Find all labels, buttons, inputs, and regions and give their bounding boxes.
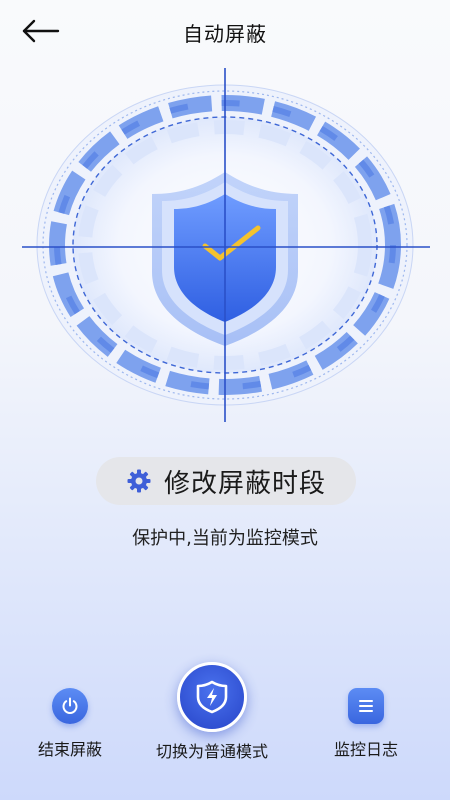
switch-mode-label: 切换为普通模式 bbox=[156, 742, 269, 761]
monitor-log-button[interactable]: 监控日志 bbox=[334, 688, 398, 760]
end-block-label: 结束屏蔽 bbox=[38, 740, 103, 759]
header: 自动屏蔽 bbox=[0, 0, 450, 64]
gear-icon bbox=[127, 469, 151, 493]
bottom-actions: 结束屏蔽 切换为普通模式 监控日志 bbox=[0, 662, 450, 772]
switch-mode-button[interactable]: 切换为普通模式 bbox=[156, 662, 268, 762]
end-block-button[interactable]: 结束屏蔽 bbox=[38, 688, 102, 760]
monitor-log-label: 监控日志 bbox=[334, 740, 399, 759]
status-text: 保护中,当前为监控模式 bbox=[132, 528, 318, 549]
lightning-shield-icon bbox=[177, 662, 247, 732]
list-icon bbox=[348, 688, 384, 724]
shield-radar-graphic bbox=[22, 68, 430, 422]
power-icon bbox=[52, 688, 88, 724]
modify-period-button[interactable]: 修改屏蔽时段 bbox=[96, 457, 356, 505]
page-title: 自动屏蔽 bbox=[183, 22, 267, 46]
modify-period-label: 修改屏蔽时段 bbox=[163, 468, 326, 499]
